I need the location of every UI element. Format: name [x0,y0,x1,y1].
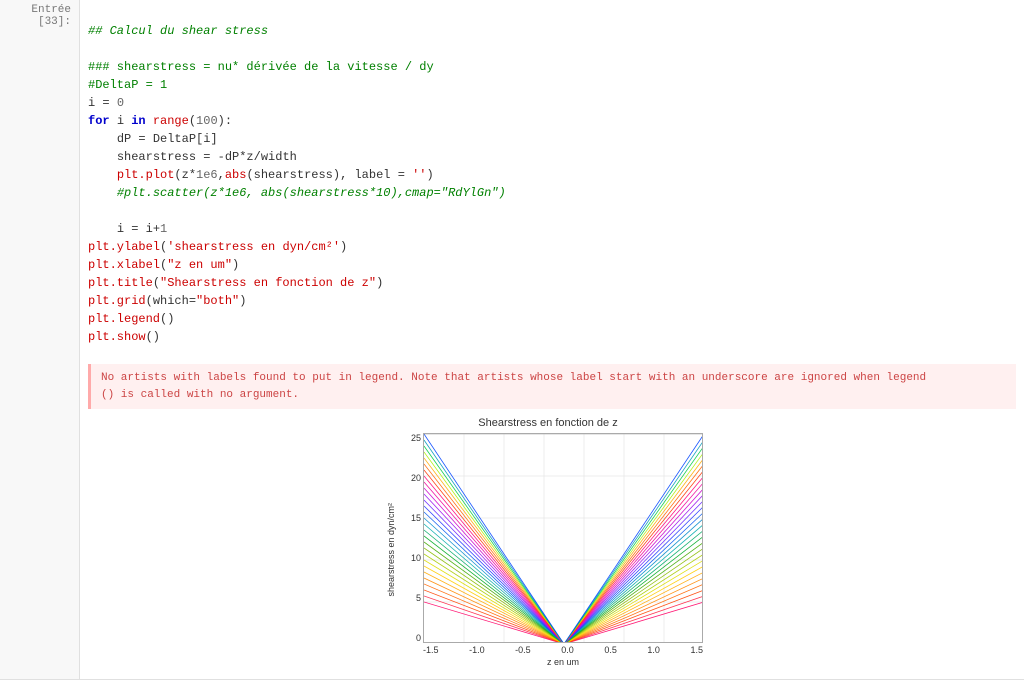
cell-content: ## Calcul du shear stress ### shearstres… [80,0,1024,679]
y-ticks: 0 5 10 15 20 25 [399,433,423,643]
x-axis-label: z en um [423,657,703,667]
notebook-cell: Entrée [33]: ## Calcul du shear stress #… [0,0,1024,680]
cell-label: Entrée [33]: [31,4,71,28]
code-block: ## Calcul du shear stress ### shearstres… [88,4,1016,364]
warning-text-1: No artists with labels found to put in l… [101,372,926,384]
plot-title: Shearstress en fonction de z [383,417,713,429]
warning-box: No artists with labels found to put in l… [88,364,1016,409]
warning-text-2: () is called with no argument. [101,389,299,401]
plot-container: Shearstress en fonction de z shearstress… [383,417,713,667]
x-ticks: -1.5 -1.0 -0.5 0.0 0.5 1.0 1.5 [423,645,703,655]
y-axis-label: shearstress en dyn/cm² [386,503,396,597]
plot-area: Shearstress en fonction de z shearstress… [88,409,1016,675]
cell-gutter: Entrée [33]: [0,0,80,679]
chart-svg-wrapper [423,433,703,643]
